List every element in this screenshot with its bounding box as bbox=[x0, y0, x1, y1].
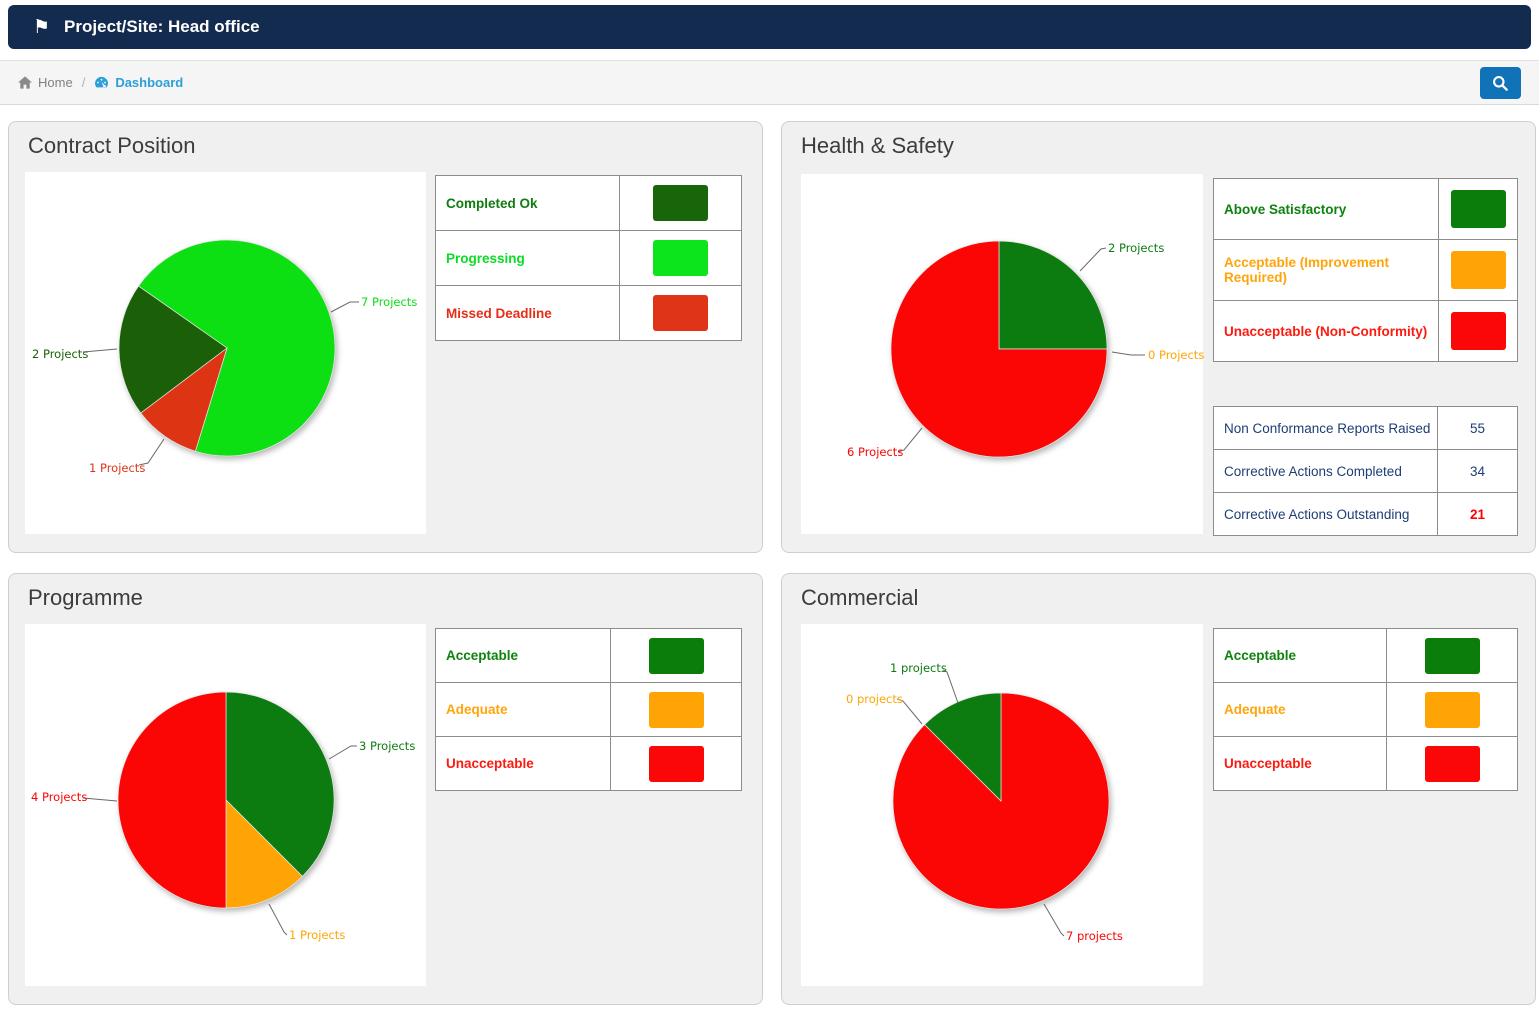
legend-row: Acceptable bbox=[436, 629, 741, 682]
legend-label: Unacceptable bbox=[436, 737, 611, 790]
legend-swatch bbox=[1451, 190, 1506, 228]
stats-value: 34 bbox=[1437, 450, 1517, 492]
legend-label: Unacceptable bbox=[1214, 737, 1387, 790]
breadcrumb-current-label: Dashboard bbox=[115, 75, 183, 90]
stats-label: Non Conformance Reports Raised bbox=[1214, 407, 1437, 449]
legend-row: Above Satisfactory bbox=[1214, 179, 1517, 239]
pie-chart bbox=[889, 239, 1109, 459]
breadcrumb-separator: / bbox=[82, 75, 86, 90]
pie-label: 0 Projects bbox=[1148, 348, 1204, 362]
legend-table: Above Satisfactory Acceptable (Improveme… bbox=[1213, 178, 1518, 362]
legend-table: Acceptable Adequate Unacceptable bbox=[1213, 628, 1518, 791]
legend-label: Acceptable (Improvement Required) bbox=[1214, 240, 1439, 300]
pie-label: 1 Projects bbox=[289, 928, 345, 942]
legend-label: Completed Ok bbox=[436, 176, 620, 230]
legend-swatch bbox=[1451, 251, 1506, 289]
breadcrumb-home-link[interactable]: Home bbox=[18, 75, 73, 90]
legend-swatch bbox=[1425, 638, 1480, 674]
pie-label: 0 projects bbox=[846, 692, 903, 706]
flag-icon: ⚑ bbox=[33, 18, 50, 37]
pie-label: 4 Projects bbox=[31, 790, 87, 804]
commercial-pie-chart: 7 projects 0 projects 1 projects bbox=[801, 624, 1203, 986]
legend-row: Progressing bbox=[436, 230, 741, 285]
legend-label: Adequate bbox=[436, 683, 611, 736]
legend-swatch bbox=[653, 295, 708, 331]
legend-swatch bbox=[1425, 746, 1480, 782]
pie-label: 6 Projects bbox=[847, 445, 903, 459]
dashboard-icon bbox=[94, 76, 115, 89]
legend-row: Missed Deadline bbox=[436, 285, 741, 340]
home-icon bbox=[18, 76, 38, 89]
pie-label: 7 projects bbox=[1066, 929, 1123, 943]
search-icon bbox=[1492, 75, 1509, 92]
contract-position-pie-chart: 7 Projects 1 Projects 2 Projects bbox=[25, 172, 426, 534]
panel-title: Commercial bbox=[801, 585, 918, 611]
legend-label: Acceptable bbox=[1214, 629, 1387, 682]
pie-label: 7 Projects bbox=[361, 295, 417, 309]
panel-programme: Programme 3 Projects 1 Projects 4 Projec… bbox=[8, 573, 763, 1005]
legend-swatch bbox=[649, 746, 704, 782]
programme-pie-chart: 3 Projects 1 Projects 4 Projects bbox=[25, 624, 426, 986]
panel-contract-position: Contract Position 7 Projects 1 Projects … bbox=[8, 121, 763, 553]
legend-label: Above Satisfactory bbox=[1214, 179, 1439, 239]
stats-label: Corrective Actions Completed bbox=[1214, 450, 1437, 492]
legend-row: Completed Ok bbox=[436, 176, 741, 230]
top-navbar: ⚑ Project/Site: Head office bbox=[8, 5, 1531, 49]
stats-value: 21 bbox=[1437, 493, 1517, 535]
pie-label: 1 Projects bbox=[89, 461, 145, 475]
health-safety-pie-chart: 2 Projects 0 Projects 6 Projects bbox=[801, 174, 1203, 534]
legend-label: Missed Deadline bbox=[436, 286, 620, 340]
legend-row: Adequate bbox=[1214, 682, 1517, 736]
legend-label: Unacceptable (Non-Conformity) bbox=[1214, 301, 1439, 361]
stats-row: Non Conformance Reports Raised 55 bbox=[1214, 407, 1517, 449]
pie-label: 3 Projects bbox=[359, 739, 415, 753]
stats-row: Corrective Actions Completed 34 bbox=[1214, 449, 1517, 492]
panel-title: Programme bbox=[28, 585, 143, 611]
stats-label: Corrective Actions Outstanding bbox=[1214, 493, 1437, 535]
legend-table: Completed Ok Progressing Missed Deadline bbox=[435, 175, 742, 341]
breadcrumb-bar: Home / Dashboard bbox=[0, 60, 1539, 105]
breadcrumb: Home / Dashboard bbox=[18, 61, 183, 104]
panel-commercial: Commercial 7 projects 0 projects 1 proje… bbox=[781, 573, 1536, 1005]
legend-swatch bbox=[649, 692, 704, 728]
search-button[interactable] bbox=[1480, 67, 1521, 99]
legend-swatch bbox=[653, 240, 708, 276]
legend-table: Acceptable Adequate Unacceptable bbox=[435, 628, 742, 791]
breadcrumb-dashboard-link[interactable]: Dashboard bbox=[94, 75, 183, 90]
panel-title: Contract Position bbox=[28, 133, 196, 159]
project-site-title: Project/Site: Head office bbox=[64, 17, 260, 37]
pie-chart bbox=[891, 691, 1111, 911]
stats-row: Corrective Actions Outstanding 21 bbox=[1214, 492, 1517, 535]
legend-row: Adequate bbox=[436, 682, 741, 736]
pie-label: 1 projects bbox=[890, 661, 947, 675]
legend-swatch bbox=[1451, 312, 1506, 350]
panel-title: Health & Safety bbox=[801, 133, 954, 159]
legend-label: Acceptable bbox=[436, 629, 611, 682]
legend-swatch bbox=[1425, 692, 1480, 728]
breadcrumb-home-label: Home bbox=[38, 75, 73, 90]
legend-row: Acceptable (Improvement Required) bbox=[1214, 239, 1517, 300]
legend-row: Unacceptable bbox=[436, 736, 741, 790]
legend-row: Unacceptable bbox=[1214, 736, 1517, 790]
pie-label: 2 Projects bbox=[32, 347, 88, 361]
legend-row: Acceptable bbox=[1214, 629, 1517, 682]
legend-row: Unacceptable (Non-Conformity) bbox=[1214, 300, 1517, 361]
pie-chart bbox=[116, 690, 336, 910]
pie-chart bbox=[117, 238, 337, 458]
pie-label: 2 Projects bbox=[1108, 241, 1164, 255]
nonconformance-stats-table: Non Conformance Reports Raised 55 Correc… bbox=[1213, 406, 1518, 536]
panel-health-safety: Health & Safety 2 Projects 0 Projects 6 … bbox=[781, 121, 1536, 553]
legend-swatch bbox=[653, 185, 708, 221]
stats-value: 55 bbox=[1437, 407, 1517, 449]
legend-swatch bbox=[649, 638, 704, 674]
legend-label: Adequate bbox=[1214, 683, 1387, 736]
legend-label: Progressing bbox=[436, 231, 620, 285]
